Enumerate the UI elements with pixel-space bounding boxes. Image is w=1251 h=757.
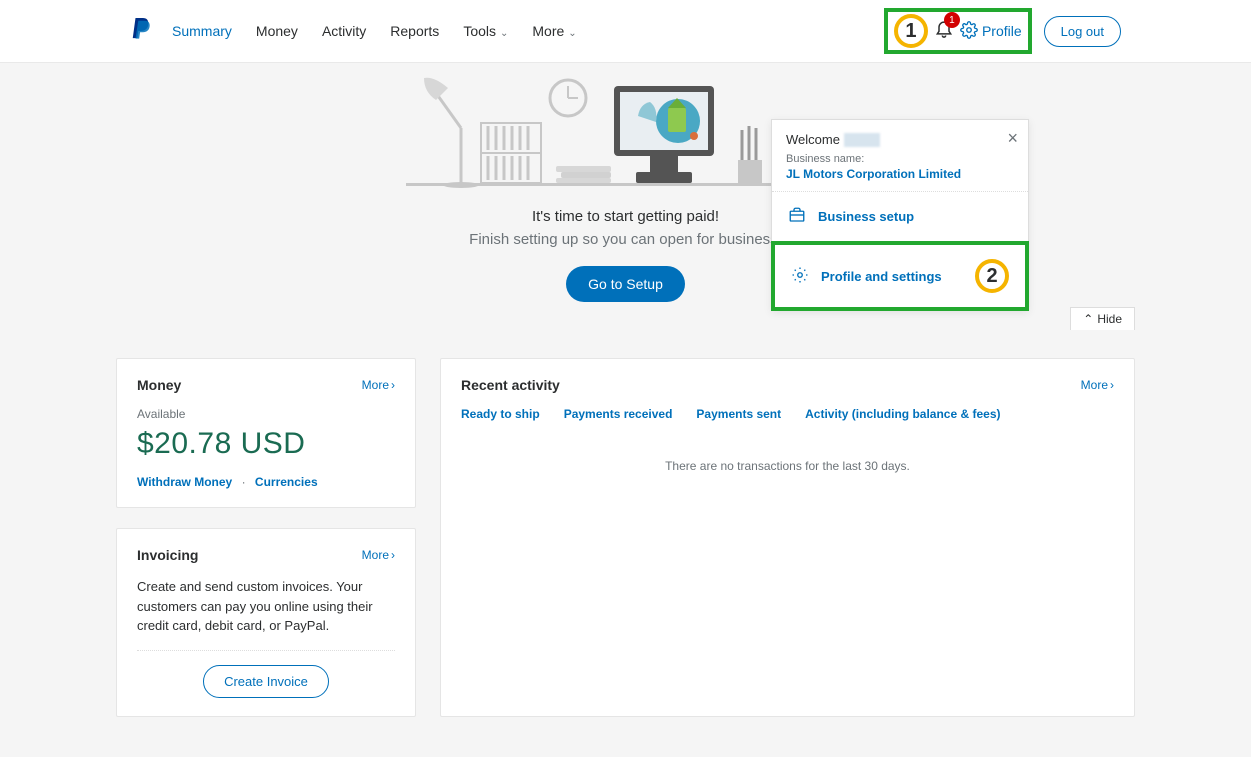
notifications-button[interactable]: 1	[934, 18, 954, 44]
profile-settings-label: Profile and settings	[821, 269, 942, 284]
chevron-down-icon: ⌄	[500, 28, 508, 39]
available-label: Available	[137, 407, 395, 421]
briefcase-icon	[788, 206, 806, 227]
close-icon[interactable]: ×	[1007, 128, 1018, 149]
create-invoice-button[interactable]: Create Invoice	[203, 665, 329, 698]
activity-title: Recent activity	[461, 377, 560, 393]
redacted-name	[844, 133, 880, 147]
business-setup-label: Business setup	[818, 209, 914, 224]
nav-more[interactable]: More⌄	[532, 23, 576, 39]
dropdown-header: Welcome Business name: JL Motors Corpora…	[772, 120, 1028, 192]
chevron-right-icon: ›	[391, 378, 395, 392]
withdraw-money-link[interactable]: Withdraw Money	[137, 475, 232, 489]
nav-tools[interactable]: Tools⌄	[463, 23, 508, 39]
profile-link[interactable]: Profile	[960, 21, 1022, 42]
tab-payments-received[interactable]: Payments received	[564, 407, 673, 421]
welcome-text: Welcome	[786, 132, 1014, 147]
go-to-setup-button[interactable]: Go to Setup	[566, 266, 685, 302]
money-title: Money	[137, 377, 181, 393]
invoicing-title: Invoicing	[137, 547, 198, 563]
chevron-up-icon: ⌃	[1083, 312, 1093, 326]
main-content: ⌃ Hide Money More› Available $20.78 USD …	[0, 330, 1251, 757]
top-header: Summary Money Activity Reports Tools⌄ Mo…	[0, 0, 1251, 63]
gear-icon	[791, 266, 809, 287]
balance-amount: $20.78 USD	[137, 427, 395, 461]
money-card: Money More› Available $20.78 USD Withdra…	[116, 358, 416, 508]
annotation-highlight-1: 1 1 Profile	[884, 8, 1032, 54]
tab-activity[interactable]: Activity (including balance & fees)	[805, 407, 1000, 421]
notification-count-badge: 1	[944, 12, 960, 28]
profile-settings-link[interactable]: Profile and settings 2	[771, 241, 1029, 311]
tab-ready-to-ship[interactable]: Ready to ship	[461, 407, 540, 421]
separator-dot: ·	[242, 475, 246, 489]
business-name-link[interactable]: JL Motors Corporation Limited	[786, 167, 1014, 181]
chevron-right-icon: ›	[1110, 378, 1114, 392]
tab-payments-sent[interactable]: Payments sent	[696, 407, 781, 421]
money-more-link[interactable]: More›	[362, 378, 395, 392]
recent-activity-card: Recent activity More› Ready to ship Paym…	[440, 358, 1135, 717]
activity-tabs: Ready to ship Payments received Payments…	[461, 407, 1114, 421]
header-right: 1 1 Profile Log out	[884, 8, 1121, 54]
hero-headline: It's time to start getting paid!	[0, 208, 1251, 225]
hero-subhead: Finish setting up so you can open for bu…	[0, 231, 1251, 248]
nav-activity[interactable]: Activity	[322, 23, 366, 39]
hero-text: It's time to start getting paid! Finish …	[0, 208, 1251, 248]
invoicing-description: Create and send custom invoices. Your cu…	[137, 577, 395, 651]
hero-illustration	[0, 63, 1251, 188]
chevron-down-icon: ⌄	[568, 28, 576, 39]
gear-icon	[960, 21, 978, 42]
profile-label: Profile	[982, 23, 1022, 39]
invoicing-card: Invoicing More› Create and send custom i…	[116, 528, 416, 717]
chevron-right-icon: ›	[391, 548, 395, 562]
annotation-step-1: 1	[894, 14, 928, 48]
hero-section: It's time to start getting paid! Finish …	[0, 63, 1251, 330]
hide-button[interactable]: ⌃ Hide	[1070, 307, 1135, 330]
business-name-label: Business name:	[786, 153, 1014, 165]
business-setup-link[interactable]: Business setup	[772, 192, 1028, 241]
nav-reports[interactable]: Reports	[390, 23, 439, 39]
activity-more-link[interactable]: More›	[1081, 378, 1114, 392]
profile-dropdown-panel: Welcome Business name: JL Motors Corpora…	[771, 119, 1029, 311]
annotation-step-2: 2	[975, 259, 1009, 293]
invoicing-more-link[interactable]: More›	[362, 548, 395, 562]
currencies-link[interactable]: Currencies	[255, 475, 318, 489]
paypal-logo-icon[interactable]	[130, 16, 172, 47]
nav-money[interactable]: Money	[256, 23, 298, 39]
nav-summary[interactable]: Summary	[172, 23, 232, 39]
logout-button[interactable]: Log out	[1044, 16, 1121, 47]
empty-state-text: There are no transactions for the last 3…	[461, 451, 1114, 481]
main-nav: Summary Money Activity Reports Tools⌄ Mo…	[172, 23, 577, 39]
